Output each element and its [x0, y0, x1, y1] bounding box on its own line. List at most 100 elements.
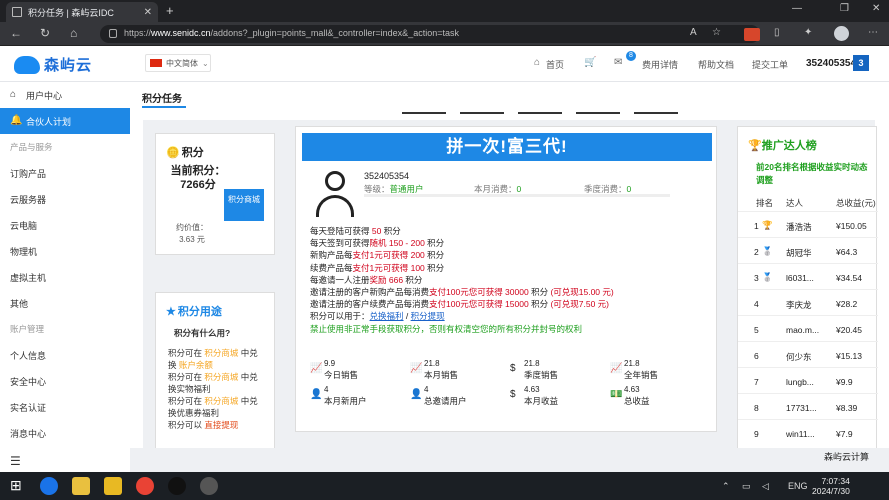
- nav-home[interactable]: 首页: [546, 58, 564, 71]
- rank-amount: ¥28.2: [836, 299, 858, 309]
- clock[interactable]: 7:07:34 2024/7/30: [812, 476, 850, 496]
- extensions-icon[interactable]: ✦: [804, 27, 812, 38]
- sidebar-item[interactable]: 云服务器: [0, 186, 130, 212]
- usage-highlight-link[interactable]: 积分商城: [204, 372, 238, 382]
- mail-icon[interactable]: ✉: [614, 57, 622, 68]
- sidebar-item[interactable]: 其他: [0, 290, 130, 316]
- sidebar-item[interactable]: ⌂ 用户中心: [0, 82, 130, 108]
- rank-amount: ¥9.9: [836, 377, 853, 387]
- stat-label: 总收益: [624, 396, 650, 406]
- language-label: 中文简体: [166, 58, 198, 68]
- close-window-icon[interactable]: ✕: [872, 3, 880, 14]
- close-tab-icon[interactable]: ✕: [144, 7, 152, 18]
- stat-item: 👤 4 总邀请用户: [410, 385, 510, 407]
- page-title: 积分任务: [142, 94, 182, 105]
- tray-arrow-icon[interactable]: ⌃: [722, 481, 730, 492]
- volume-icon[interactable]: ◁: [762, 481, 769, 492]
- split-icon[interactable]: ▯: [774, 27, 780, 38]
- approx-amount: 3.63 元: [179, 235, 205, 244]
- file-explorer-icon[interactable]: [72, 477, 90, 495]
- medal-icon: 🥈: [762, 246, 773, 256]
- user-id[interactable]: 352405354: [806, 58, 856, 69]
- network-icon[interactable]: ▭: [742, 481, 751, 492]
- stat-value: 4: [424, 385, 429, 394]
- stat-label: 本月收益: [524, 396, 559, 406]
- reload-icon[interactable]: ↻: [40, 26, 50, 40]
- sidebar-item[interactable]: 安全中心: [0, 368, 130, 394]
- nav-docs[interactable]: 帮助文档: [698, 58, 734, 71]
- sidebar-item[interactable]: 云电脑: [0, 212, 130, 238]
- usage-card: ★ 积分用途 积分有什么用? 积分可在 积分商城 中兑换 账户余额 积分可在 积分商…: [155, 292, 275, 448]
- trophy-icon: 🏆: [762, 220, 773, 230]
- rule-line: 邀请注册的客户新购产品每消费支付100元您可获得 30000 积分 (可兑现15…: [310, 287, 614, 298]
- stat-value: 21.8: [424, 359, 440, 368]
- extension-icon[interactable]: [744, 28, 760, 41]
- url-bar[interactable]: https://www.senidc.cn/addons?_plugin=poi…: [100, 25, 760, 43]
- divider: [634, 112, 678, 114]
- task-user-id: 352405354: [364, 171, 410, 181]
- language-indicator[interactable]: ENG: [788, 481, 808, 491]
- rank-name: 李庆龙: [786, 300, 812, 310]
- menu-icon[interactable]: ⋯: [868, 27, 878, 38]
- rank-name: mao.m...: [786, 325, 820, 335]
- stat-label: 今日销售: [324, 370, 359, 380]
- rule-line: 续费产品每支付1元可获得 100 积分: [310, 262, 445, 273]
- withdraw-link[interactable]: 积分提现: [411, 311, 445, 321]
- new-tab-icon[interactable]: +: [166, 3, 174, 18]
- usage-question: 积分有什么用?: [174, 328, 231, 338]
- cloud-logo-icon: [14, 55, 40, 74]
- chrome-icon[interactable]: [136, 477, 154, 495]
- usage-highlight-link[interactable]: 积分商城: [204, 348, 238, 358]
- folder-icon[interactable]: [104, 477, 122, 495]
- sidebar: ⌂ 用户中心 🔔 合伙人计划 产品与服务 订购产品 云服务器 云电脑 物理机 虚拟主机 其他 账户管理…: [0, 82, 130, 448]
- logo[interactable]: 森屿云: [14, 54, 92, 75]
- stat-item: 💵 4.63 总收益: [610, 385, 710, 407]
- cart-icon[interactable]: 🛒: [584, 57, 596, 68]
- sidebar-footer: ☰: [0, 448, 130, 472]
- browser-tab[interactable]: 积分任务 | 森屿云IDC ✕: [6, 2, 158, 22]
- stat-value: 9.9: [324, 359, 336, 368]
- windows-start-icon[interactable]: ⊞: [10, 477, 28, 495]
- stat-label: 总邀请用户: [424, 396, 467, 406]
- exchange-link[interactable]: 兑换福利: [370, 311, 404, 321]
- money-icon: 💵: [610, 389, 623, 400]
- rank-name: 胡冠华: [786, 248, 812, 258]
- divider: [460, 112, 504, 114]
- sidebar-item[interactable]: 实名认证: [0, 394, 130, 420]
- sidebar-item[interactable]: 消息中心: [0, 420, 130, 446]
- app-icon[interactable]: [200, 477, 218, 495]
- ranking-subtitle: 前20名排名根据收益实时动态调整: [756, 162, 868, 185]
- current-points-value: 7266分: [180, 179, 216, 191]
- sidebar-item[interactable]: 订购产品: [0, 160, 130, 186]
- favorite-icon[interactable]: ☆: [712, 27, 721, 38]
- sidebar-item-label: 订购产品: [10, 168, 47, 179]
- sidebar-item[interactable]: 虚拟主机: [0, 264, 130, 290]
- points-mall-button[interactable]: 积分商城: [224, 189, 264, 221]
- back-icon[interactable]: ←: [10, 26, 22, 40]
- ranking-row: 6 何少东 ¥15.13: [738, 341, 878, 367]
- home-icon[interactable]: ⌂: [70, 26, 77, 40]
- nav-billing[interactable]: 费用详情: [642, 58, 678, 71]
- qq-icon[interactable]: [168, 477, 186, 495]
- sidebar-item[interactable]: 个人信息: [0, 342, 130, 368]
- usage-highlight-link[interactable]: 积分商城: [204, 396, 238, 406]
- nav-ticket[interactable]: 提交工单: [752, 58, 788, 71]
- usage-highlight-link[interactable]: 直接提现: [204, 420, 238, 430]
- clock-date: 2024/7/30: [812, 486, 850, 496]
- points-rules: 每天登陆可获得 50 积分 每天签到可获得随机 150 - 200 积分 新购产品每…: [310, 225, 710, 335]
- edge-icon[interactable]: [40, 477, 58, 495]
- rank-number: 5: [754, 325, 759, 335]
- sidebar-group-label: 产品与服务: [0, 134, 130, 160]
- sidebar-item[interactable]: 🔔 合伙人计划: [0, 108, 130, 134]
- rank-amount: ¥15.13: [836, 351, 862, 361]
- profile-avatar[interactable]: [834, 26, 849, 41]
- read-aloud-icon[interactable]: A: [690, 27, 697, 38]
- stat-item: $21.8 季度销售: [510, 359, 610, 381]
- sidebar-item[interactable]: 物理机: [0, 238, 130, 264]
- sidebar-item-label: 云服务器: [10, 194, 47, 205]
- medal-icon: 🥈: [762, 272, 773, 282]
- minimize-icon[interactable]: —: [792, 3, 802, 14]
- language-select[interactable]: 中文简体 ⌄: [145, 54, 211, 72]
- hamburger-icon[interactable]: ☰: [10, 454, 21, 468]
- maximize-icon[interactable]: ❐: [840, 3, 849, 14]
